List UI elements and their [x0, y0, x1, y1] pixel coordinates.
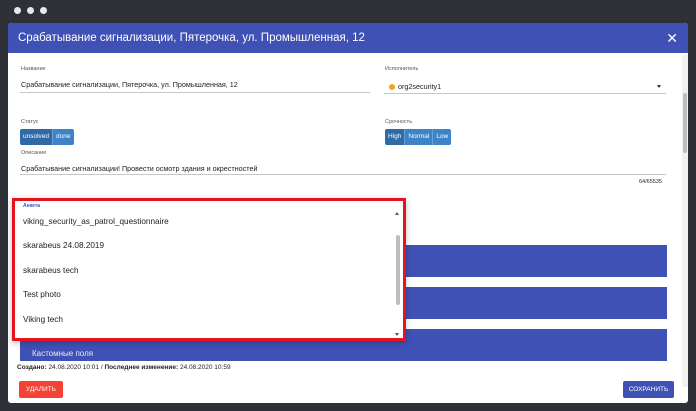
- scroll-down-arrow-icon[interactable]: [395, 333, 399, 336]
- dropdown-option[interactable]: viking_security_as_patrol_questionnaire: [15, 209, 393, 234]
- chevron-down-icon[interactable]: [657, 85, 661, 88]
- dialog-header: Срабатывание сигнализации, Пятерочка, ул…: [8, 23, 688, 53]
- status-toggle: unsolved done: [20, 129, 74, 145]
- dropdown-option[interactable]: skarabeus tech: [15, 258, 393, 283]
- executor-underline: [384, 93, 666, 94]
- window-dot-3[interactable]: [40, 7, 47, 14]
- window-dot-2[interactable]: [27, 7, 34, 14]
- dialog-scrollbar-thumb[interactable]: [683, 93, 687, 153]
- status-option-done[interactable]: done: [53, 129, 74, 145]
- window-dot-1[interactable]: [14, 7, 21, 14]
- urgency-option-low[interactable]: Low: [433, 129, 452, 145]
- name-underline: [20, 92, 370, 93]
- name-field[interactable]: Срабатывание сигнализации, Пятерочка, ул…: [21, 80, 238, 89]
- dropdown-option[interactable]: skarabeus 24.08.2019: [15, 234, 393, 259]
- description-label: Описание: [21, 150, 47, 156]
- created-value: 24.08.2020 10:01: [48, 364, 100, 371]
- dropdown-option[interactable]: Viking tech: [15, 307, 393, 332]
- urgency-option-high[interactable]: High: [385, 129, 406, 145]
- save-button[interactable]: СОХРАНИТЬ: [623, 381, 674, 398]
- dropdown-scrollbar-thumb[interactable]: [396, 235, 400, 305]
- urgency-label: Срочность: [385, 119, 413, 125]
- dropdown-option[interactable]: Skarabeus 2% (Technical act Andre): [15, 332, 393, 339]
- questionnaire-dropdown: Анкета viking_security_as_patrol_questio…: [12, 198, 406, 341]
- scroll-up-arrow-icon[interactable]: [395, 212, 399, 215]
- created-label: Создано:: [17, 364, 47, 371]
- urgency-option-normal[interactable]: Normal: [405, 129, 434, 145]
- status-label: Статус: [21, 119, 39, 125]
- dropdown-option[interactable]: Test photo: [15, 283, 393, 308]
- dialog-scrollbar[interactable]: [682, 55, 688, 387]
- custom-fields-label: Кастомные поля: [32, 349, 94, 358]
- executor-select[interactable]: org2security1: [398, 82, 441, 91]
- urgency-toggle: High Normal Low: [385, 129, 452, 145]
- char-counter: 64/65535: [639, 179, 662, 185]
- modified-value: 24.08.2020 10:59: [179, 364, 231, 371]
- timestamps: Создано: 24.08.2020 10:01 / Последнее из…: [17, 364, 231, 371]
- executor-label: Исполнитель: [385, 66, 419, 72]
- modified-label: Последнее изменение:: [104, 364, 179, 371]
- dropdown-scrollbar[interactable]: [393, 209, 403, 338]
- status-dot-icon: [389, 84, 395, 90]
- name-label: Название: [21, 66, 46, 72]
- questionnaire-options: viking_security_as_patrol_questionnaire …: [15, 209, 393, 339]
- description-field[interactable]: Срабатывание сигнализации! Провести осмо…: [21, 164, 257, 173]
- dialog-title: Срабатывание сигнализации, Пятерочка, ул…: [18, 32, 365, 44]
- timestamp-separator: /: [100, 364, 103, 371]
- delete-button[interactable]: УДАЛИТЬ: [19, 381, 63, 398]
- description-underline: [20, 174, 666, 175]
- status-option-unsolved[interactable]: unsolved: [20, 129, 54, 145]
- close-icon[interactable]: ✕: [666, 31, 678, 45]
- window-controls: [14, 7, 47, 14]
